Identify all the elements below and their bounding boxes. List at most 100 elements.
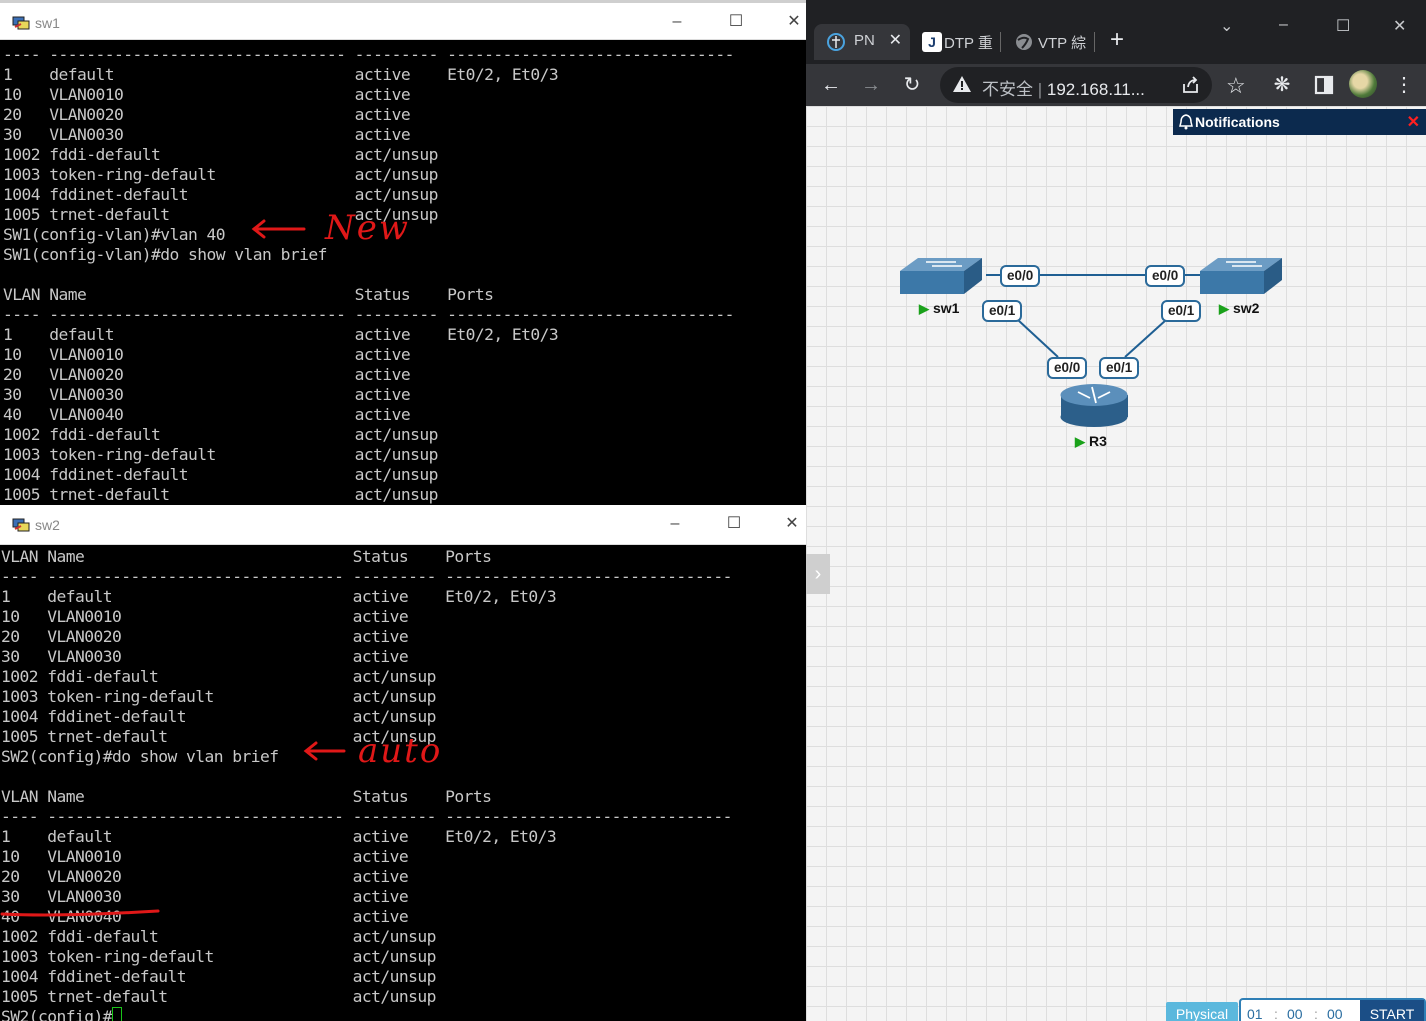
- terminal-line: 1004 fddinet-default act/unsup: [1, 707, 436, 726]
- terminal-prompt-line[interactable]: SW2(config)#: [1, 1007, 798, 1021]
- terminal-line: 1005 trnet-default act/unsup: [3, 485, 438, 504]
- timer-separator: :: [1314, 1006, 1318, 1021]
- minimize-button[interactable]: –: [666, 11, 688, 33]
- tab-vtp[interactable]: VTP 綜: [1002, 24, 1092, 60]
- terminal-line: ---- -------------------------------- --…: [1, 567, 732, 586]
- topology-canvas[interactable]: Notifications ✕ › e0/0 e0/0 e0/1 e0/1 e0…: [806, 106, 1426, 1021]
- minimize-button[interactable]: –: [1279, 16, 1288, 34]
- switch-sw2-icon: [1200, 258, 1282, 294]
- timer-seconds: 00: [1327, 1006, 1343, 1021]
- tab-pnetlab[interactable]: PN ✕: [814, 24, 910, 60]
- terminal-line: 20 VLAN0020 active: [3, 365, 411, 384]
- cursor-icon: [112, 1007, 123, 1021]
- node-sw1[interactable]: ▶ sw1: [919, 300, 959, 317]
- maximize-button[interactable]: ☐: [725, 11, 747, 33]
- iface-sw1-e00[interactable]: e0/0: [1000, 265, 1041, 287]
- running-play-icon: ▶: [919, 301, 929, 316]
- physical-button[interactable]: Physical: [1166, 1002, 1238, 1021]
- close-tab-icon[interactable]: ✕: [889, 30, 902, 50]
- window-title: sw1: [35, 15, 60, 31]
- terminal-line: 1 default active Et0/2, Et0/3: [1, 827, 557, 846]
- handwritten-note-new: New: [325, 208, 410, 248]
- forward-icon[interactable]: →: [858, 72, 884, 98]
- window-title: sw2: [35, 517, 60, 533]
- lab-timer: 01 : 00 : 00 START: [1239, 998, 1426, 1021]
- terminal-line: 40 VLAN0040 active: [1, 907, 409, 926]
- link-sw1-r3: [1017, 319, 1059, 358]
- terminal-line: SW1(config-vlan)#do show vlan brief: [3, 245, 327, 264]
- terminal-line: 20 VLAN0020 active: [3, 105, 411, 124]
- terminal-line: 1 default active Et0/2, Et0/3: [1, 587, 557, 606]
- link-sw2-r3: [1124, 319, 1167, 358]
- side-panel-icon[interactable]: [1311, 72, 1337, 98]
- node-name: sw2: [1233, 300, 1260, 316]
- tab-separator: [1000, 32, 1001, 52]
- terminal-line: 1003 token-ring-default act/unsup: [1, 947, 436, 966]
- router-r3-icon: [1060, 384, 1128, 427]
- security-label: 不安全: [982, 80, 1033, 99]
- prompt-text: SW2(config)#: [1, 1007, 113, 1021]
- terminal-output[interactable]: ---- -------------------------------- --…: [3, 45, 798, 505]
- handwritten-note-auto: auto: [358, 731, 443, 771]
- extensions-icon[interactable]: ❋: [1269, 72, 1295, 98]
- sw2-title-bar[interactable]: sw2 – ☐ ✕: [0, 505, 806, 545]
- browser-window[interactable]: PN ✕ J DTP 重 VTP 綜 + ⌄ – ☐ ✕ ← → ↻ 不安全 |…: [806, 0, 1426, 1021]
- terminal-line: 1002 fddi-default act/unsup: [1, 667, 436, 686]
- sw2-terminal-window[interactable]: sw2 – ☐ ✕ VLAN Name Status Ports ---- ---…: [0, 505, 806, 1021]
- terminal-line: 1003 token-ring-default act/unsup: [3, 445, 438, 464]
- tab-label: VTP 綜: [1038, 35, 1087, 52]
- maximize-button[interactable]: ☐: [1336, 16, 1350, 36]
- timer-hours: 01: [1247, 1006, 1263, 1021]
- iface-sw1-e01[interactable]: e0/1: [982, 300, 1023, 322]
- tab-strip: PN ✕ J DTP 重 VTP 綜 + ⌄ – ☐ ✕: [806, 0, 1426, 64]
- sw1-title-bar[interactable]: sw1 – ☐ ✕: [0, 0, 806, 40]
- tab-label: PN: [854, 32, 875, 49]
- close-button[interactable]: ✕: [783, 11, 805, 33]
- profile-avatar[interactable]: [1349, 70, 1377, 98]
- j-icon: J: [922, 32, 942, 52]
- running-play-icon: ▶: [1075, 434, 1085, 449]
- running-play-icon: ▶: [1219, 301, 1229, 316]
- terminal-line: 10 VLAN0010 active: [3, 85, 411, 104]
- close-button[interactable]: ✕: [781, 513, 803, 535]
- minimize-button[interactable]: –: [664, 513, 686, 535]
- node-r3[interactable]: ▶ R3: [1075, 433, 1107, 450]
- back-icon[interactable]: ←: [818, 72, 844, 98]
- tab-label: DTP 重: [944, 35, 993, 52]
- sw1-terminal-window[interactable]: sw1 – ☐ ✕ ---- -------------------------…: [0, 0, 806, 505]
- close-button[interactable]: ✕: [1393, 16, 1406, 36]
- terminal-line: 1003 token-ring-default act/unsup: [3, 165, 438, 184]
- terminal-line: 1004 fddinet-default act/unsup: [3, 185, 438, 204]
- iface-r3-e00[interactable]: e0/0: [1047, 357, 1088, 379]
- address-bar[interactable]: 不安全 | 192.168.11... ☆: [940, 67, 1246, 103]
- bookmark-star-icon[interactable]: ☆: [1226, 73, 1246, 99]
- iface-sw2-e00[interactable]: e0/0: [1145, 265, 1186, 287]
- topology-diagram: [900, 258, 1282, 427]
- terminal-line: VLAN Name Status Ports: [1, 787, 492, 806]
- reload-icon[interactable]: ↻: [899, 72, 925, 98]
- iface-r3-e01[interactable]: e0/1: [1099, 357, 1140, 379]
- pnetlab-icon: [827, 33, 845, 51]
- tab-search-chevron-icon[interactable]: ⌄: [1220, 16, 1233, 36]
- terminal-line: 1005 trnet-default act/unsup: [1, 987, 436, 1006]
- tab-dtp[interactable]: J DTP 重: [910, 24, 1000, 60]
- iface-sw2-e01[interactable]: e0/1: [1161, 300, 1202, 322]
- terminal-line: 1 default active Et0/2, Et0/3: [3, 65, 559, 84]
- terminal-line: 1002 fddi-default act/unsup: [3, 425, 438, 444]
- menu-kebab-icon[interactable]: ⋮: [1391, 72, 1417, 98]
- terminal-line: 1004 fddinet-default act/unsup: [1, 967, 436, 986]
- terminal-line: ---- -------------------------------- --…: [3, 305, 734, 324]
- new-tab-icon[interactable]: +: [1110, 26, 1124, 54]
- node-name: sw1: [933, 300, 960, 316]
- terminal-line: 10 VLAN0010 active: [3, 345, 411, 364]
- terminal-line: 20 VLAN0020 active: [1, 867, 409, 886]
- node-sw2[interactable]: ▶ sw2: [1219, 300, 1259, 317]
- maximize-button[interactable]: ☐: [723, 513, 745, 535]
- terminal-output[interactable]: VLAN Name Status Ports ---- -------------…: [1, 547, 798, 1021]
- share-icon[interactable]: [1180, 74, 1202, 96]
- start-button[interactable]: START: [1360, 1000, 1424, 1021]
- url-text: 192.168.11...: [1046, 80, 1145, 99]
- tab-separator: [1094, 32, 1095, 52]
- terminal-line: 20 VLAN0020 active: [1, 627, 409, 646]
